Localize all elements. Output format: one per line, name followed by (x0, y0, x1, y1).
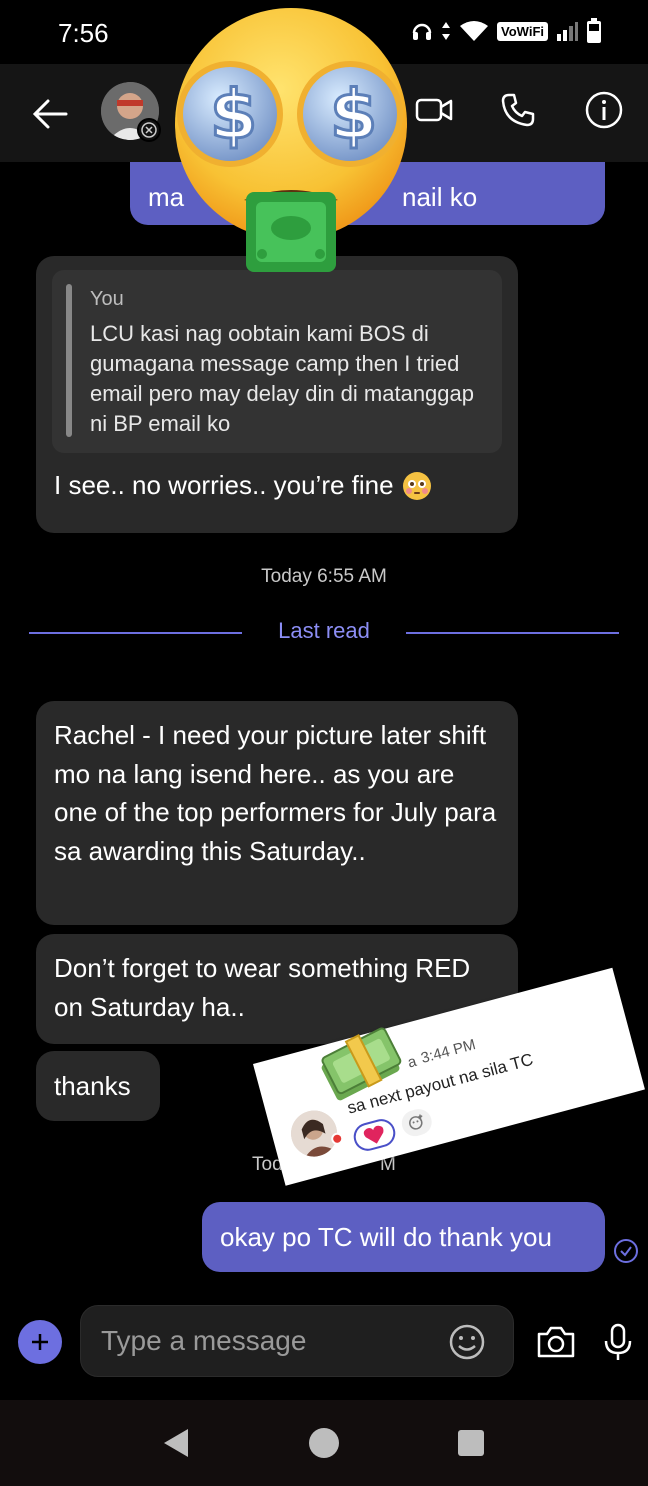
info-icon (585, 91, 623, 129)
presence-blocked-icon (137, 118, 161, 142)
vowifi-badge: VoWiFi (497, 21, 548, 41)
back-button[interactable] (28, 92, 72, 136)
last-read-label: Last read (278, 618, 370, 643)
heart-icon (363, 1125, 384, 1144)
heart-reaction (350, 1116, 399, 1154)
video-icon (415, 98, 453, 122)
info-button[interactable] (582, 88, 626, 132)
add-reaction (398, 1106, 435, 1140)
battery-icon (587, 18, 601, 43)
quote-text: LCU kasi nag oobtain kami BOS di gumagan… (90, 321, 475, 436)
read-receipt-icon (614, 1239, 638, 1263)
last-read-divider: Last read (0, 614, 648, 650)
quoted-message[interactable]: You LCU kasi nag oobtain kami BOS di gum… (52, 270, 502, 453)
nav-recents-icon[interactable] (456, 1428, 486, 1458)
smiley-icon (449, 1324, 485, 1360)
message-text: thanks (54, 1071, 131, 1101)
signal-icon (557, 22, 578, 41)
camera-button[interactable] (535, 1322, 579, 1366)
message-input-placeholder: Type a message (101, 1325, 307, 1356)
reply-text: I see.. no worries.. you’re fine (54, 470, 394, 500)
message-text: Rachel - I need your picture later shift… (54, 720, 497, 866)
audio-call-button[interactable] (496, 88, 540, 132)
add-reaction-icon (409, 1114, 423, 1130)
message-input[interactable]: Type a message (80, 1305, 514, 1377)
incoming-reply-message[interactable]: You LCU kasi nag oobtain kami BOS di gum… (36, 256, 518, 533)
reply-text-row: I see.. no worries.. you’re fine (54, 470, 432, 501)
system-nav-bar (0, 1400, 648, 1486)
timestamp-divider: Today 6:55 AM (261, 566, 387, 587)
message-text: okay po TC will do thank you (220, 1222, 552, 1252)
nav-back-icon[interactable] (160, 1426, 194, 1460)
message-composer: Type a message (0, 1292, 648, 1400)
flushed-face-icon (402, 471, 431, 500)
status-time: 7:56 (58, 18, 109, 48)
status-icons: VoWiFi (411, 18, 602, 44)
sticker-time: 3:44 PM (419, 1036, 478, 1067)
back-arrow-icon (32, 99, 68, 129)
emoji-button[interactable] (447, 1322, 487, 1362)
sent-message[interactable]: okay po TC will do thank you (202, 1202, 605, 1272)
plus-icon (32, 1334, 48, 1350)
microphone-icon (604, 1323, 632, 1360)
svg-text:$: $ (210, 76, 257, 155)
nav-home-icon[interactable] (307, 1426, 341, 1460)
svg-text:$: $ (330, 76, 377, 155)
data-arrows-icon (442, 22, 451, 40)
phone-icon (501, 93, 535, 127)
money-mouth-face-icon: $ $ (175, 8, 407, 272)
wifi-icon (460, 21, 489, 41)
incoming-message[interactable]: Rachel - I need your picture later shift… (36, 701, 518, 925)
quote-author: You (90, 288, 124, 310)
add-button[interactable] (18, 1320, 62, 1364)
camera-icon (537, 1326, 575, 1358)
microphone-button[interactable] (598, 1322, 642, 1366)
incoming-message[interactable]: thanks (36, 1051, 160, 1121)
quote-bar (66, 284, 72, 437)
